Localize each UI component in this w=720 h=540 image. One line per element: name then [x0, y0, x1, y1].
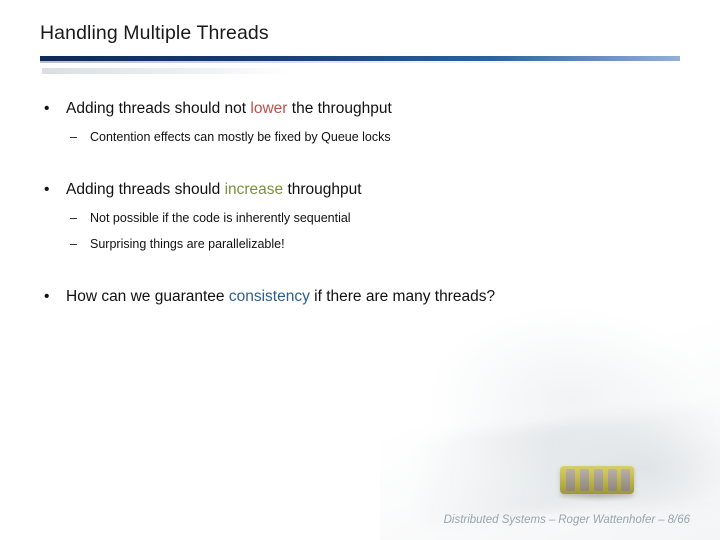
bullet-highlight: consistency — [228, 288, 310, 305]
object-cap — [608, 469, 617, 491]
background-object-pill-organizer — [554, 462, 642, 502]
title-rule-shadow — [40, 61, 680, 63]
background-texture-line — [42, 68, 292, 74]
bullet-level1: • Adding threads should not lower the thr… — [44, 100, 392, 118]
footer-course: Distributed Systems — [443, 514, 546, 526]
bullet-text: Surprising things are parallelizable! — [90, 237, 285, 251]
bullet-text: the throughput — [287, 100, 392, 117]
footer-author: Roger Wattenhofer — [558, 514, 656, 526]
object-cap — [594, 469, 603, 491]
bullet-level2: – Not possible if the code is inherently … — [70, 211, 351, 225]
bullet-marker: • — [44, 100, 50, 117]
bullet-highlight: increase — [224, 181, 284, 198]
footer-page-number: 8/66 — [667, 514, 690, 526]
bullet-level1: • How can we guarantee consistency if the… — [44, 288, 495, 306]
bullet-marker: • — [44, 181, 50, 198]
object-cap — [580, 469, 589, 491]
object-cap — [566, 469, 575, 491]
object-cap — [621, 469, 630, 491]
bullet-text: throughput — [283, 181, 362, 198]
object-body — [560, 466, 634, 494]
bullet-text: Contention effects can mostly be fixed b… — [90, 130, 391, 144]
bullet-level1: • Adding threads should increase throughp… — [44, 181, 362, 199]
footer-separator: – — [548, 514, 556, 526]
bullet-text: Adding threads should not — [66, 100, 251, 117]
bullet-text: Not possible if the code is inherently s… — [90, 211, 351, 225]
bullet-marker: – — [70, 211, 77, 225]
background-photo — [380, 280, 720, 540]
background-streak — [410, 407, 720, 528]
bullet-level2: – Surprising things are parallelizable! — [70, 237, 285, 251]
bullet-text: How can we guarantee — [66, 288, 229, 305]
slide-title: Handling Multiple Threads — [40, 22, 269, 44]
bullet-marker: – — [70, 237, 77, 251]
bullet-highlight: lower — [250, 100, 288, 117]
bullet-level2: – Contention effects can mostly be fixed … — [70, 130, 391, 144]
bullet-marker: – — [70, 130, 77, 144]
bullet-text: if there are many threads? — [309, 288, 496, 305]
slide-footer: Distributed Systems – Roger Wattenhofer –8/… — [444, 514, 690, 526]
slide: Handling Multiple Threads • Adding thread… — [0, 0, 720, 540]
bullet-text: Adding threads should — [66, 181, 225, 198]
object-shadow — [554, 490, 642, 502]
bullet-marker: • — [44, 288, 50, 305]
footer-separator: – — [658, 514, 665, 526]
